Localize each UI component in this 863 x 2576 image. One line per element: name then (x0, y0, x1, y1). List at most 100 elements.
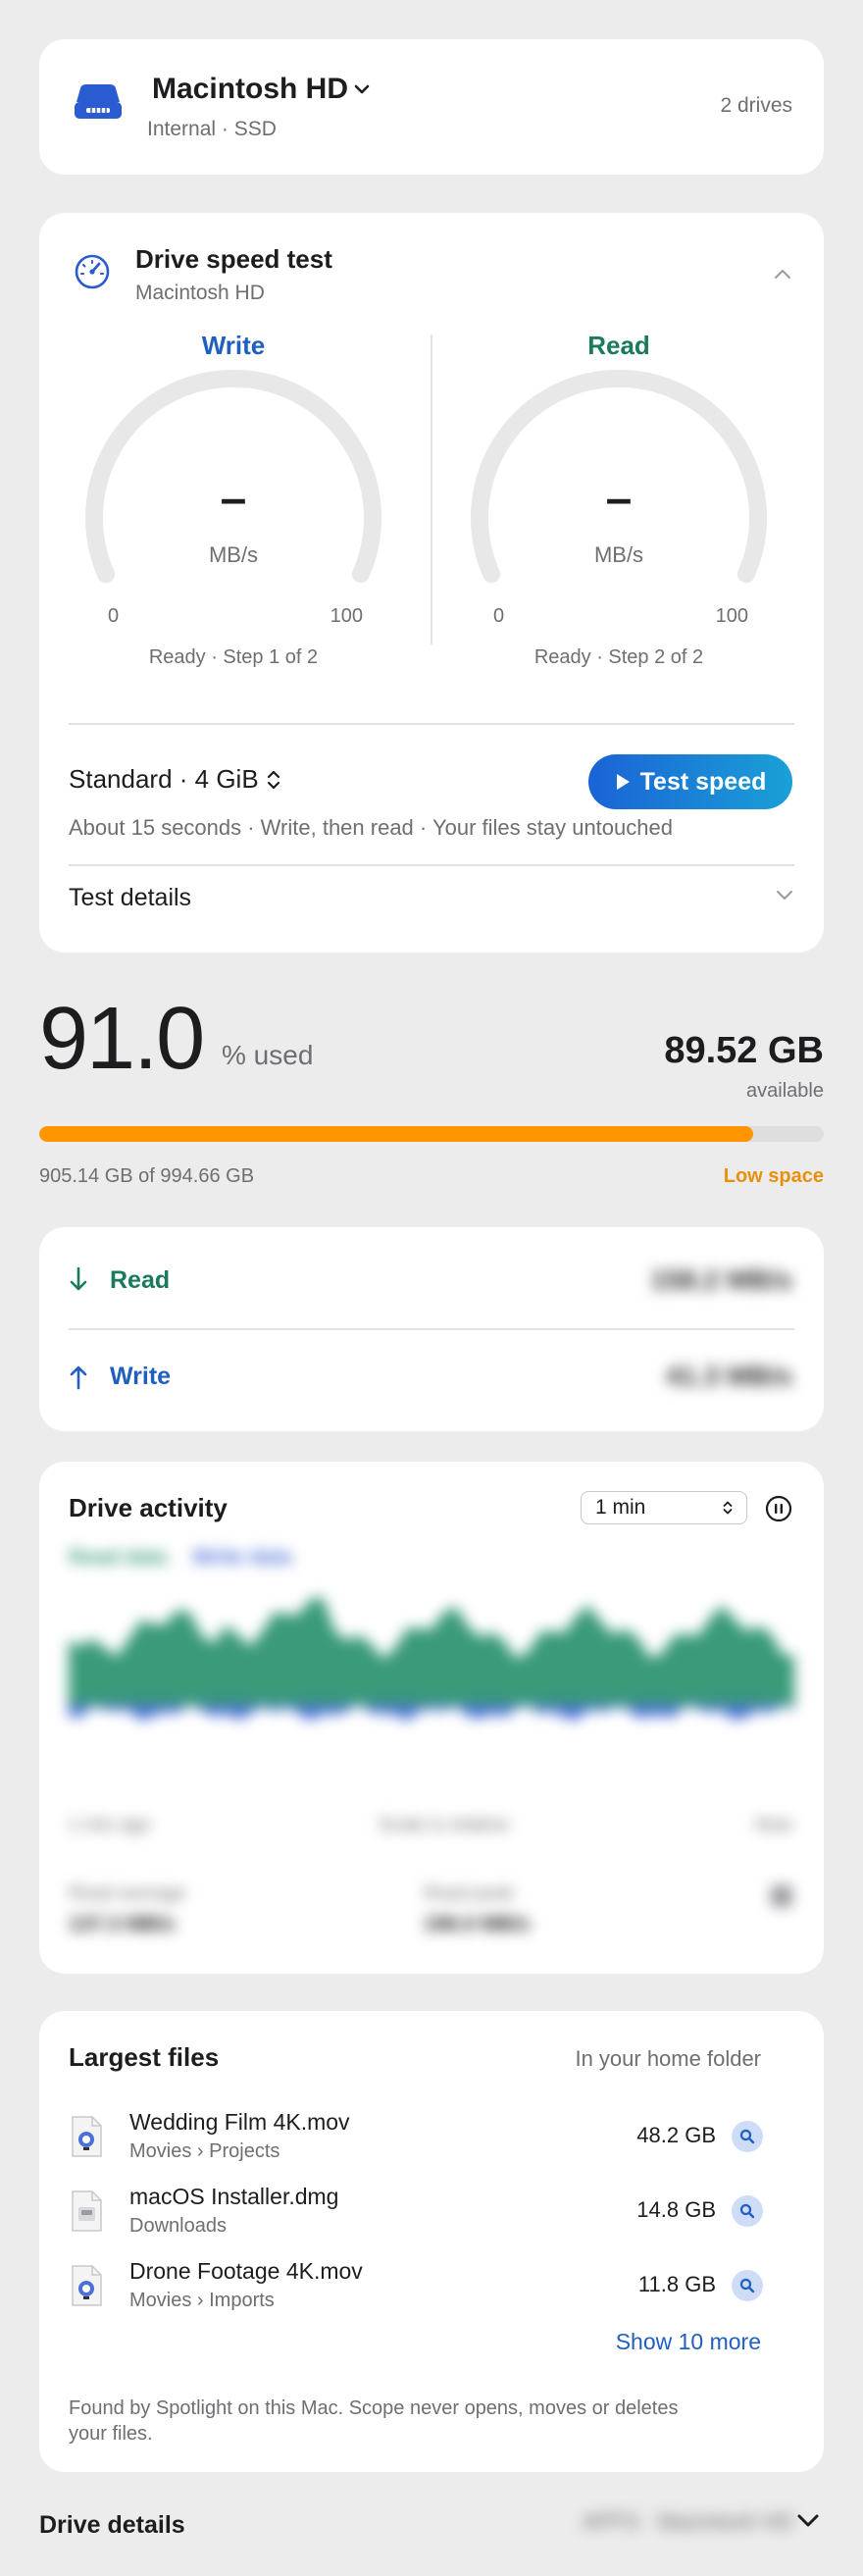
read-gauge-value: – (605, 473, 633, 525)
show-more-link[interactable]: Show 10 more (616, 2329, 761, 2355)
reveal-in-finder-button[interactable] (732, 2270, 763, 2301)
activity-legend: Read data Write data (69, 1546, 292, 1570)
read-area (69, 1597, 794, 1705)
largest-files-scope: In your home folder (575, 2046, 761, 2071)
reveal-in-finder-button[interactable] (732, 2195, 763, 2227)
drive-details-summary: APFS · Macintosh HD (583, 2509, 794, 2534)
speed-test-subtitle: Macintosh HD (135, 282, 265, 304)
usage-bar (39, 1126, 824, 1142)
arrow-down-icon (69, 1266, 88, 1292)
chevron-down-icon (354, 83, 370, 95)
read-throughput-value: 158.2 MB/s (650, 1264, 792, 1295)
write-gauge-status: Ready · Step 1 of 2 (148, 646, 319, 668)
activity-chart: 193.5 MB/s (69, 1589, 794, 1746)
speedometer-icon (73, 252, 112, 291)
file-row[interactable]: Drone Footage 4K.mov Movies › Imports 11.8… (69, 2258, 794, 2333)
test-size-picker[interactable]: Standard · 4 GiB (69, 764, 280, 795)
axis-mid-label: Scale is relative (379, 1815, 510, 1835)
divider (69, 723, 794, 725)
read-gauge-title: Read (587, 331, 650, 360)
write-gauge-min: 0 (108, 605, 120, 627)
file-row[interactable]: macOS Installer.dmg Downloads 14.8 GB (69, 2184, 794, 2258)
read-peak-label: Read peak (424, 1883, 514, 1904)
test-speed-label: Test speed (639, 767, 767, 796)
axis-end-label: Now (754, 1815, 792, 1835)
activity-title: Drive activity (69, 1493, 228, 1522)
available-space: 89.52 GB (664, 1030, 824, 1071)
disk-image-file-icon (69, 2190, 104, 2233)
file-path: Downloads (129, 2215, 227, 2237)
write-gauge-value: – (220, 473, 247, 525)
axis-start-label: 1 min ago (69, 1815, 151, 1835)
read-gauge: Read – MB/s 0 100 Ready · Step 2 of 2 (442, 331, 795, 668)
chevron-down-icon (775, 890, 794, 902)
usage-detail: 905.14 GB of 994.66 GB (39, 1165, 255, 1187)
file-path: Movies › Imports (129, 2290, 275, 2311)
write-gauge: Write – MB/s 0 100 Ready · Step 1 of 2 (57, 331, 410, 668)
drive-count: 2 drives (720, 94, 792, 117)
magnifier-icon (739, 2129, 755, 2144)
arrow-up-icon (69, 1365, 88, 1390)
read-peak-value: 196.0 MB/s (424, 1913, 531, 1935)
low-space-badge: Low space (723, 1165, 824, 1187)
available-label: available (746, 1080, 824, 1102)
read-gauge-min: 0 (493, 605, 505, 627)
file-row[interactable]: Wedding Film 4K.mov Movies › Projects 48.2… (69, 2109, 794, 2184)
movie-file-icon (69, 2115, 104, 2158)
legend-read: Read data (69, 1546, 168, 1569)
throughput-card: Read 158.2 MB/s Write 41.3 MB/s (39, 1227, 824, 1431)
pause-icon[interactable] (765, 1495, 792, 1522)
info-icon[interactable] (771, 1885, 792, 1907)
drive-activity-card: Drive activity 1 min Read data Write dat… (39, 1462, 824, 1974)
file-name: Wedding Film 4K.mov (129, 2109, 350, 2135)
write-area (69, 1704, 794, 1722)
up-down-chevron-icon (723, 1500, 733, 1516)
largest-files-footnote: Found by Spotlight on this Mac. Scope ne… (69, 2396, 678, 2447)
test-details-disclosure[interactable]: Test details (69, 866, 794, 929)
play-icon (615, 773, 631, 791)
footnote-line-1: Found by Spotlight on this Mac. Scope ne… (69, 2397, 679, 2419)
gauge-divider (431, 335, 432, 644)
read-gauge-status: Ready · Step 2 of 2 (533, 646, 704, 668)
movie-file-icon (69, 2264, 104, 2307)
read-average-label: Read average (69, 1883, 186, 1904)
write-gauge-title: Write (201, 331, 266, 360)
read-throughput-label: Read (110, 1266, 171, 1294)
usage-percent: 91.0 (39, 990, 205, 1088)
drive-name: Macintosh HD (152, 73, 349, 105)
activity-chart-svg (69, 1597, 794, 1722)
drive-icon (73, 82, 124, 122)
reveal-in-finder-button[interactable] (732, 2121, 763, 2152)
file-size: 11.8 GB (637, 2272, 716, 2296)
chevron-down-icon[interactable] (796, 2513, 820, 2529)
drive-selector-card: Macintosh HD Internal · SSD 2 drives (39, 39, 824, 175)
file-size: 48.2 GB (636, 2123, 716, 2147)
collapse-chevron-icon[interactable] (773, 268, 792, 280)
largest-files-card: Largest files In your home folder Weddin… (39, 2011, 824, 2472)
speed-test-title: Drive speed test (135, 244, 332, 274)
magnifier-icon (739, 2203, 755, 2219)
file-size: 14.8 GB (636, 2197, 716, 2222)
speed-test-card: Drive speed test Macintosh HD Write – MB… (39, 213, 824, 953)
file-name: macOS Installer.dmg (129, 2184, 339, 2209)
interval-value: 1 min (595, 1496, 646, 1519)
write-gauge-unit: MB/s (208, 542, 259, 567)
test-size-label: Standard · 4 GiB (69, 764, 259, 794)
read-gauge-unit: MB/s (593, 542, 644, 567)
chart-peak-label: 193.5 MB/s (76, 1595, 167, 1615)
file-path: Movies › Projects (129, 2140, 280, 2162)
write-gauge-max: 100 (330, 605, 363, 627)
test-speed-button[interactable]: Test speed (588, 754, 792, 809)
interval-select[interactable]: 1 min (581, 1491, 747, 1524)
drive-subtitle: Internal · SSD (147, 118, 277, 140)
test-note: About 15 seconds · Write, then read · Yo… (69, 815, 673, 840)
drive-details-label: Drive details (39, 2511, 185, 2539)
legend-write: Write data (192, 1546, 292, 1569)
footnote-line-2: your files. (69, 2423, 153, 2445)
divider (69, 1328, 794, 1330)
up-down-chevron-icon (267, 769, 280, 791)
drive-picker[interactable]: Macintosh HD (152, 73, 370, 106)
usage-percent-label: % used (222, 1040, 314, 1070)
write-throughput-value: 41.3 MB/s (665, 1361, 792, 1391)
largest-files-title: Largest files (69, 2042, 220, 2072)
